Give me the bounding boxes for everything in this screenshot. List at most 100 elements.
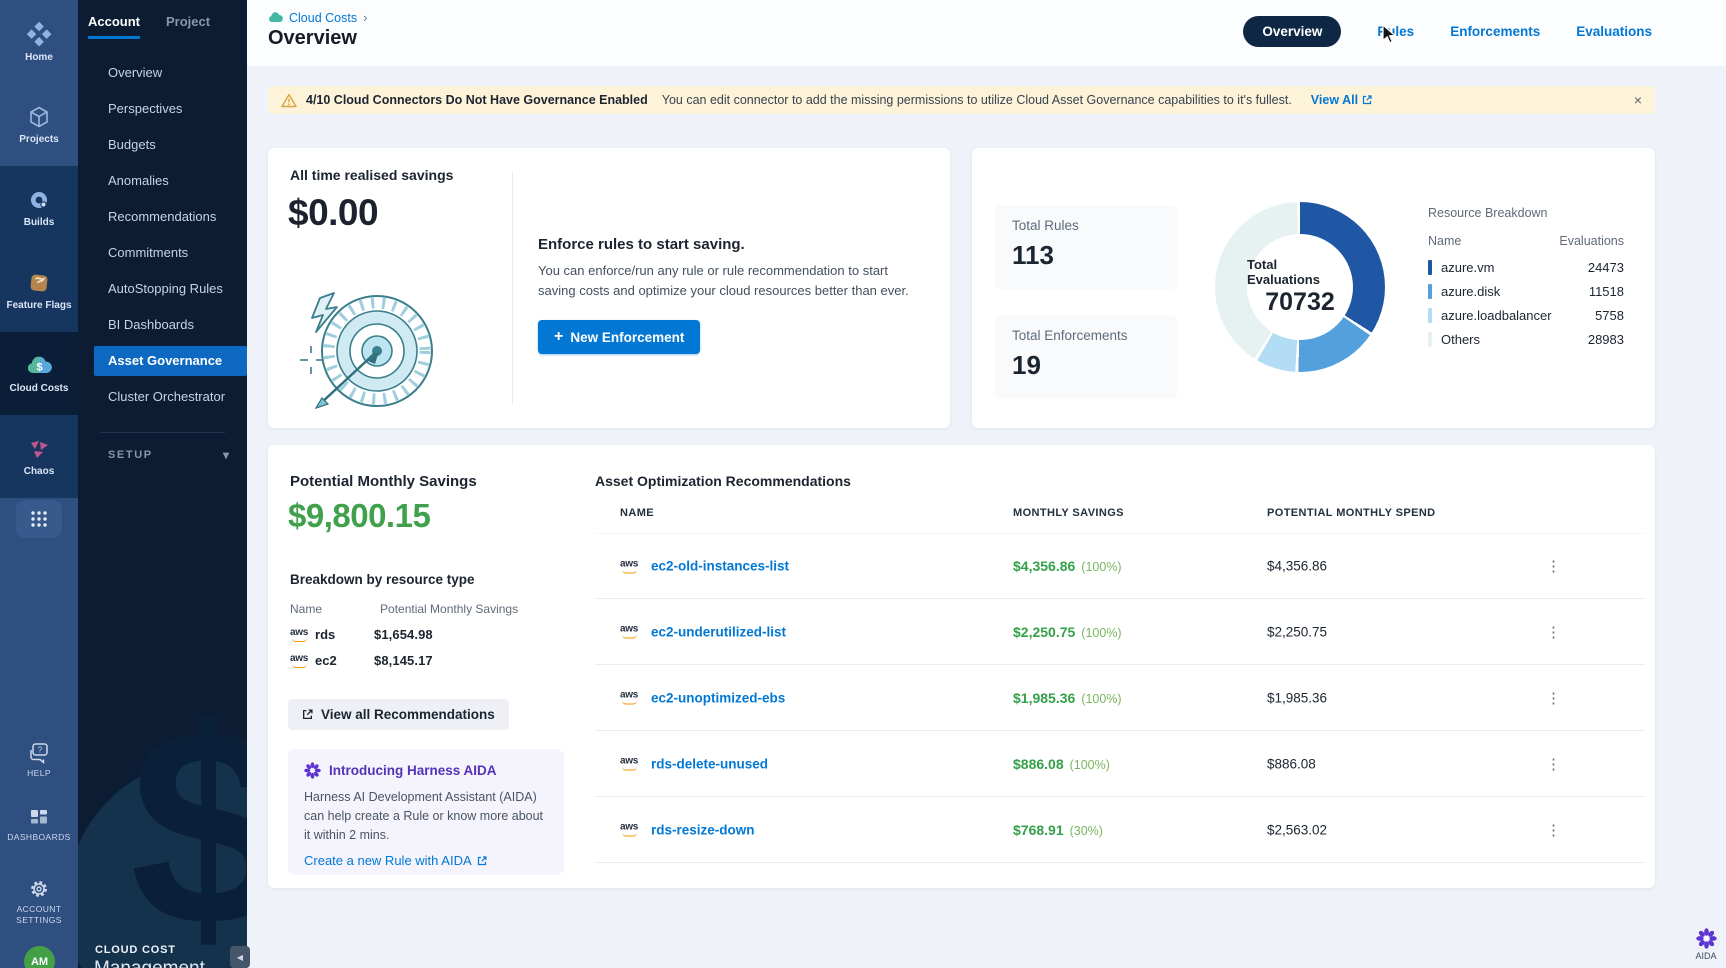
sidebar-item-cluster-orchestrator[interactable]: Cluster Orchestrator [78,379,247,415]
potential-spend-cell: $2,563.02 [1267,822,1327,837]
table-row[interactable]: aws ec2-underutilized-list $2,250.75 (10… [595,599,1645,665]
rail-label: DASHBOARDS [7,832,71,843]
row-menu-kebab-icon[interactable]: ⋮ [1540,557,1567,575]
aida-flower-icon [1696,928,1717,949]
total-rules-stat: Total Rules 113 [995,205,1177,289]
view-all-recommendations-button[interactable]: View all Recommendations [288,699,509,730]
legend-row: Others 28983 [1428,332,1624,347]
breadcrumb: Cloud Costs › [268,10,367,25]
legend-name: azure.disk [1441,284,1500,299]
tab-enforcements[interactable]: Enforcements [1450,24,1540,39]
total-enforcements-stat: Total Enforcements 19 [995,315,1177,399]
external-link-icon [302,709,313,720]
user-avatar[interactable]: AM [24,946,55,968]
sidebar-item-autostopping-rules[interactable]: AutoStopping Rules [78,271,247,307]
legend-name: azure.vm [1441,260,1494,275]
sidebar-item-anomalies[interactable]: Anomalies [78,163,247,199]
legend-value: 28983 [1588,332,1624,347]
recommendation-name-cell: aws rds-delete-unused [620,756,768,771]
sidebar-item-commitments[interactable]: Commitments [78,235,247,271]
table-row[interactable]: aws ec2-unoptimized-ebs $1,985.36 (100%)… [595,665,1645,731]
rail-item-cloud-costs[interactable]: $ Cloud Costs [0,332,78,415]
legend-value: 11518 [1589,284,1624,299]
help-chat-icon: ? [27,742,51,764]
page-title: Overview [268,27,357,50]
close-icon[interactable]: × [1634,93,1642,107]
recommendations-table-body: aws ec2-old-instances-list $4,356.86 (10… [595,533,1645,863]
dashboards-button[interactable]: DASHBOARDS [0,808,78,843]
account-settings-button[interactable]: ACCOUNT SETTINGS [0,878,78,926]
aida-fab-button[interactable]: AIDA [1684,928,1726,961]
recommendation-name-cell: aws ec2-underutilized-list [620,624,786,639]
external-link-icon [1362,95,1372,105]
legend-row: azure.vm 24473 [1428,260,1624,275]
sidebar-item-bi-dashboards[interactable]: BI Dashboards [78,307,247,343]
breakdown-row-ec2: aws ec2 $8,145.17 [290,653,590,668]
savings-percent: (100%) [1081,692,1121,706]
recommendation-name-cell: aws ec2-unoptimized-ebs [620,690,785,705]
rail-item-projects[interactable]: Projects [0,83,78,166]
tab-account[interactable]: Account [88,14,140,39]
legend-value-col: Evaluations [1559,234,1624,248]
sidebar-item-asset-governance[interactable]: Asset Governance [94,346,247,376]
recommendation-link[interactable]: ec2-unoptimized-ebs [651,690,785,705]
external-link-icon [477,856,487,866]
resource-savings: $1,654.98 [374,627,433,642]
recommendation-name-cell: aws rds-resize-down [620,822,755,837]
monthly-savings-cell: $2,250.75 (100%) [1013,624,1122,640]
legend-row: azure.disk 11518 [1428,284,1624,299]
page-header: Cloud Costs › Overview Overview Rules En… [247,0,1726,66]
recommendation-link[interactable]: rds-resize-down [651,822,755,837]
sidebar-setup-toggle[interactable]: SETUP ▾ [108,448,229,462]
sidebar-item-overview[interactable]: Overview [78,55,247,91]
monthly-savings-cell: $886.08 (100%) [1013,756,1110,772]
rail-label: Cloud Costs [10,383,69,394]
page-tabs: Overview Rules Enforcements Evaluations [1243,16,1652,47]
collapse-sidebar-button[interactable]: ◀ [230,946,250,968]
rail-item-home[interactable]: Home [0,0,78,83]
total-enforcements-label: Total Enforcements [1012,328,1160,343]
rail-label: Feature Flags [6,300,71,311]
savings-value: $2,250.75 [1013,624,1075,640]
legend-title: Resource Breakdown [1428,206,1624,220]
savings-percent: (100%) [1081,560,1121,574]
savings-percent: (30%) [1070,824,1103,838]
legend-chip [1428,308,1432,323]
rail-label: Home [25,52,53,63]
create-rule-with-aida-link[interactable]: Create a new Rule with AIDA [304,853,548,868]
table-row[interactable]: aws rds-resize-down $768.91 (30%) $2,563… [595,797,1645,863]
help-button[interactable]: ? HELP [0,742,78,779]
donut-center-value: 70732 [1265,288,1335,317]
recommendation-link[interactable]: rds-delete-unused [651,756,768,771]
tab-project[interactable]: Project [166,14,210,39]
rail-item-builds[interactable]: Builds [0,166,78,249]
row-menu-kebab-icon[interactable]: ⋮ [1540,755,1567,773]
recommendation-link[interactable]: ec2-old-instances-list [651,559,789,574]
breakdown-title: Breakdown by resource type [290,572,475,587]
sidebar-nav: Overview Perspectives Budgets Anomalies … [78,55,247,415]
row-menu-kebab-icon[interactable]: ⋮ [1540,623,1567,641]
row-menu-kebab-icon[interactable]: ⋮ [1540,689,1567,707]
module-switcher-button[interactable] [16,500,62,538]
rail-label: ACCOUNT SETTINGS [8,904,70,926]
breadcrumb-cloud-costs-link[interactable]: Cloud Costs [289,11,357,25]
donut-center-label: Total Evaluations [1247,257,1353,287]
new-enforcement-button[interactable]: + New Enforcement [538,320,700,354]
tab-rules[interactable]: Rules [1377,24,1414,39]
tab-evaluations[interactable]: Evaluations [1576,24,1652,39]
banner-view-all-link[interactable]: View All [1311,93,1372,107]
row-menu-kebab-icon[interactable]: ⋮ [1540,821,1567,839]
rail-label: Builds [24,217,55,228]
sidebar-item-recommendations[interactable]: Recommendations [78,199,247,235]
sidebar-item-perspectives[interactable]: Perspectives [78,91,247,127]
rail-item-chaos[interactable]: Chaos [0,415,78,498]
table-row[interactable]: aws ec2-old-instances-list $4,356.86 (10… [595,533,1645,599]
sidebar-item-budgets[interactable]: Budgets [78,127,247,163]
tab-overview[interactable]: Overview [1243,16,1341,47]
donut-center: Total Evaluations 70732 [1247,234,1353,340]
view-all-label: View All [1311,93,1358,107]
recommendation-link[interactable]: ec2-underutilized-list [651,624,786,639]
table-row[interactable]: aws rds-delete-unused $886.08 (100%) $88… [595,731,1645,797]
rail-item-feature-flags[interactable]: Feature Flags [0,249,78,332]
sidebar-divider [100,432,225,433]
